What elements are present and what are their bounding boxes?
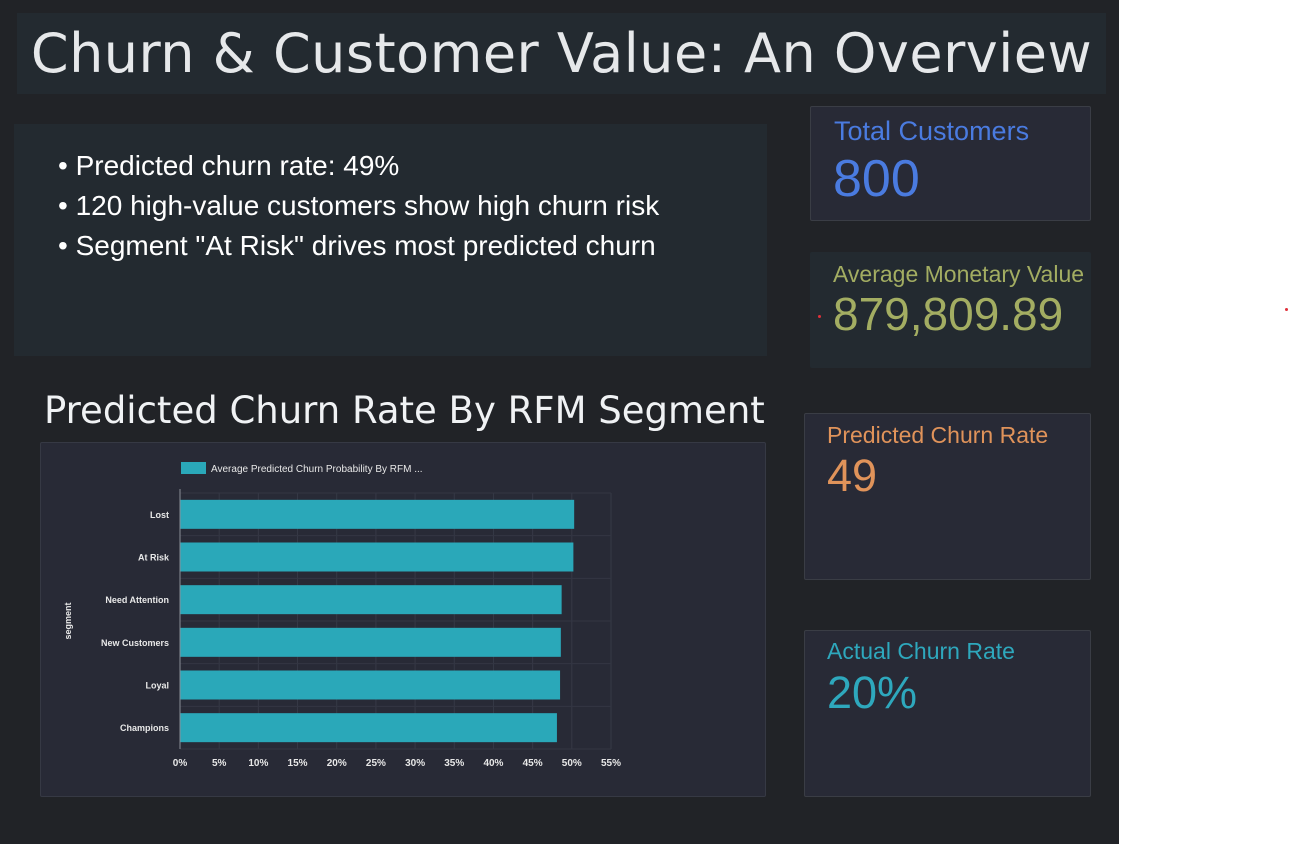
bar: [180, 499, 575, 529]
y-tick-label: Loyal: [145, 681, 169, 691]
x-tick-label: 10%: [248, 758, 268, 769]
dashboard-canvas: Churn & Customer Value: An Overview • Pr…: [0, 0, 1119, 844]
kpi-card-actual-churn-rate: Actual Churn Rate 20%: [804, 630, 1091, 797]
x-tick-label: 45%: [523, 758, 543, 769]
cursor-marker: [818, 315, 821, 318]
bar: [180, 627, 561, 657]
bar-chart[interactable]: 0% 5% 10% 15% 20% 25% 30% 35% 40% 45% 50% 55% Lost At…: [41, 443, 767, 798]
summary-panel: • Predicted churn rate: 49% • 120 high-v…: [14, 124, 767, 356]
kpi-value: 800: [833, 150, 920, 208]
x-tick-label: 0%: [173, 758, 188, 769]
y-tick-label: Lost: [150, 510, 169, 520]
kpi-card-average-monetary-value: Average Monetary Value 879,809.89: [810, 252, 1091, 368]
kpi-value: 879,809.89: [833, 288, 1064, 340]
x-tick-label: 20%: [327, 758, 347, 769]
kpi-value: 20%: [827, 667, 918, 718]
x-tick-label: 55%: [601, 758, 621, 769]
kpi-label: Average Monetary Value: [833, 261, 1085, 287]
summary-bullet: • Predicted churn rate: 49%: [58, 150, 400, 181]
kpi-label: Total Customers: [834, 116, 1030, 146]
x-tick-label: 15%: [288, 758, 308, 769]
kpi-label: Actual Churn Rate: [827, 638, 1015, 664]
summary-list: • Predicted churn rate: 49% • 120 high-v…: [14, 124, 767, 266]
cursor-marker: [1285, 308, 1288, 311]
x-tick-label: 30%: [405, 758, 425, 769]
y-tick-label: Champions: [120, 723, 169, 733]
legend-label: Average Predicted Churn Probability By R…: [211, 464, 423, 475]
bar: [180, 542, 574, 572]
y-tick-label: At Risk: [138, 553, 170, 563]
y-tick-label: Need Attention: [105, 595, 169, 605]
bar: [180, 585, 562, 615]
page-title: Churn & Customer Value: An Overview: [30, 22, 1093, 85]
bar: [180, 713, 557, 743]
bar: [180, 670, 561, 700]
y-tick-label: New Customers: [101, 638, 169, 648]
x-tick-label: 35%: [444, 758, 464, 769]
x-tick-label: 25%: [366, 758, 386, 769]
summary-bullet: • Segment "At Risk" drives most predicte…: [58, 230, 656, 261]
x-tick-label: 50%: [562, 758, 582, 769]
kpi-card-total-customers: Total Customers 800: [810, 106, 1091, 221]
kpi-label: Predicted Churn Rate: [827, 422, 1049, 448]
y-axis-label: segment: [63, 602, 73, 639]
kpi-value: 49: [827, 450, 878, 501]
legend-swatch: [181, 462, 206, 474]
summary-bullet: • 120 high-value customers show high chu…: [58, 190, 660, 221]
x-tick-label: 40%: [483, 758, 503, 769]
kpi-card-predicted-churn-rate: Predicted Churn Rate 49: [804, 413, 1091, 580]
title-banner: Churn & Customer Value: An Overview: [17, 13, 1106, 94]
bar-chart-panel[interactable]: 0% 5% 10% 15% 20% 25% 30% 35% 40% 45% 50% 55% Lost At…: [40, 442, 766, 797]
x-tick-label: 5%: [212, 758, 227, 769]
chart-title: Predicted Churn Rate By RFM Segment: [44, 389, 765, 432]
